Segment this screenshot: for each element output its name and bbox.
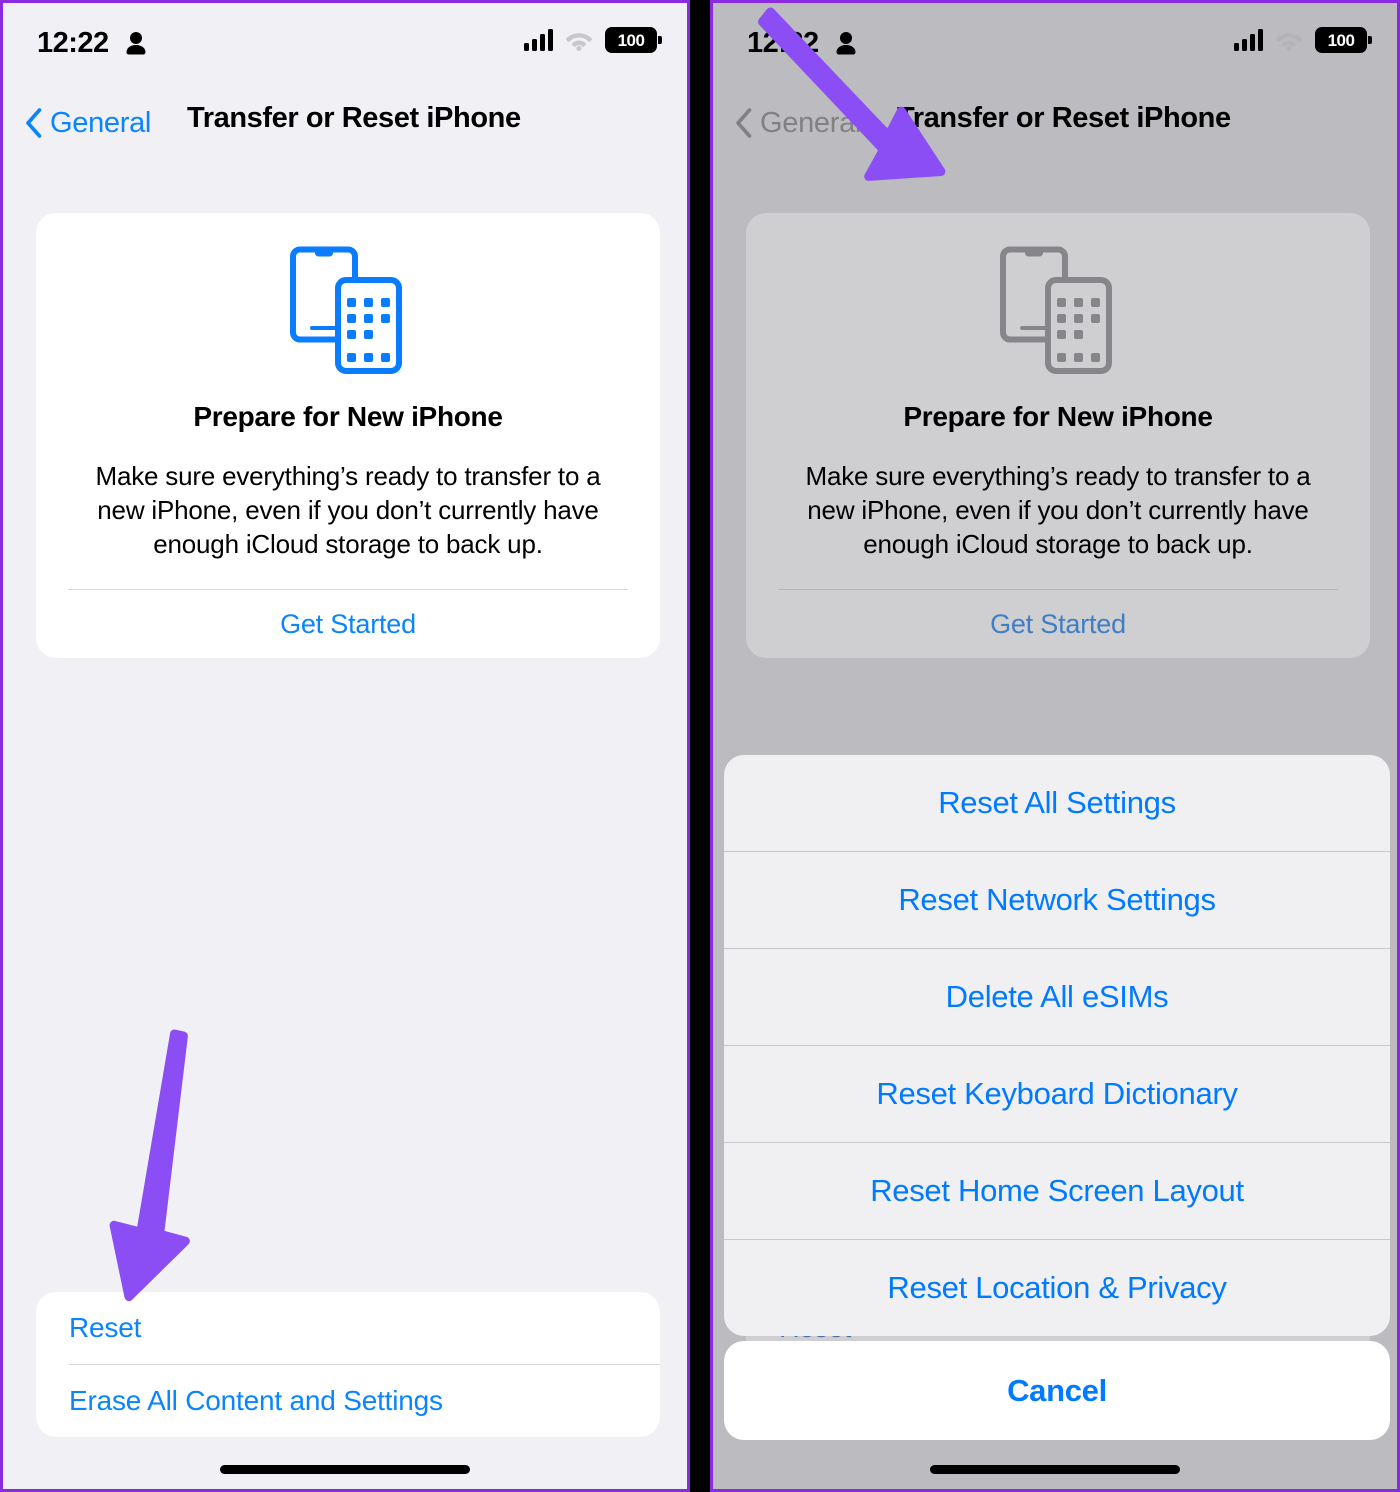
right-screen: 12:22 100 General Transfer or Reset iPho… — [713, 3, 1397, 1489]
get-started-button[interactable]: Get Started — [36, 590, 660, 658]
chevron-left-icon — [736, 108, 752, 138]
battery-level: 100 — [617, 30, 645, 50]
wifi-icon — [1276, 33, 1302, 51]
prepare-for-new-iphone-card: Prepare for New iPhone Make sure everyth… — [36, 213, 660, 658]
status-indicators: 100 — [524, 27, 662, 53]
cancel-button[interactable]: Cancel — [724, 1341, 1390, 1440]
battery-icon: 100 — [1315, 27, 1372, 53]
card-description: Make sure everything’s ready to transfer… — [95, 461, 601, 559]
reset-row[interactable]: Reset — [36, 1292, 660, 1364]
home-indicator[interactable] — [220, 1465, 470, 1474]
status-bar: 12:22 100 — [3, 3, 687, 79]
sheet-item-reset-keyboard-dictionary[interactable]: Reset Keyboard Dictionary — [724, 1046, 1390, 1142]
nav-bar-dimmed: General Transfer or Reset iPhone — [713, 95, 1397, 151]
status-indicators: 100 — [1234, 27, 1372, 53]
back-button: General — [735, 95, 861, 151]
battery-icon: 100 — [605, 27, 662, 53]
person-icon — [836, 32, 856, 55]
battery-level: 100 — [1327, 30, 1355, 50]
left-screen: 12:22 100 General Transfer or Reset iPho… — [3, 3, 687, 1489]
prepare-for-new-iphone-card-dimmed: Prepare for New iPhone Make sure everyth… — [746, 213, 1370, 658]
two-iphones-icon — [290, 246, 402, 374]
get-started-button: Get Started — [990, 609, 1126, 639]
two-iphones-icon — [1000, 246, 1112, 374]
home-indicator[interactable] — [930, 1465, 1180, 1474]
reset-options-group: Reset Erase All Content and Settings — [36, 1292, 660, 1437]
page-title: Transfer or Reset iPhone — [897, 102, 1231, 134]
person-icon — [126, 32, 146, 55]
sheet-item-reset-all-settings[interactable]: Reset All Settings — [724, 755, 1390, 851]
sheet-item-delete-all-esims[interactable]: Delete All eSIMs — [724, 949, 1390, 1045]
erase-all-content-row[interactable]: Erase All Content and Settings — [36, 1365, 660, 1437]
sheet-item-reset-location-privacy[interactable]: Reset Location & Privacy — [724, 1240, 1390, 1336]
reset-action-sheet: Reset All Settings Reset Network Setting… — [724, 755, 1390, 1336]
page-title: Transfer or Reset iPhone — [187, 102, 521, 134]
phone-panel-right: 12:22 100 General Transfer or Reset iPho… — [710, 0, 1400, 1492]
chevron-left-icon — [26, 108, 42, 138]
screenshot-stage: 12:22 100 General Transfer or Reset iPho… — [0, 0, 1400, 1492]
wifi-icon — [566, 33, 592, 51]
card-title: Prepare for New iPhone — [903, 401, 1213, 432]
status-time: 12:22 — [747, 27, 819, 59]
back-button-label: General — [760, 106, 862, 139]
status-time: 12:22 — [37, 27, 109, 59]
sheet-item-reset-network-settings[interactable]: Reset Network Settings — [724, 852, 1390, 948]
cellular-signal-icon — [524, 29, 553, 51]
sheet-item-reset-home-screen-layout[interactable]: Reset Home Screen Layout — [724, 1143, 1390, 1239]
back-button[interactable]: General — [25, 95, 151, 151]
status-bar-dimmed: 12:22 100 — [713, 3, 1397, 79]
card-description: Make sure everything’s ready to transfer… — [805, 461, 1311, 559]
back-button-label: General — [50, 106, 152, 139]
nav-bar: General Transfer or Reset iPhone — [3, 95, 687, 151]
phone-panel-left: 12:22 100 General Transfer or Reset iPho… — [0, 0, 690, 1492]
cellular-signal-icon — [1234, 29, 1263, 51]
card-title: Prepare for New iPhone — [193, 401, 503, 432]
